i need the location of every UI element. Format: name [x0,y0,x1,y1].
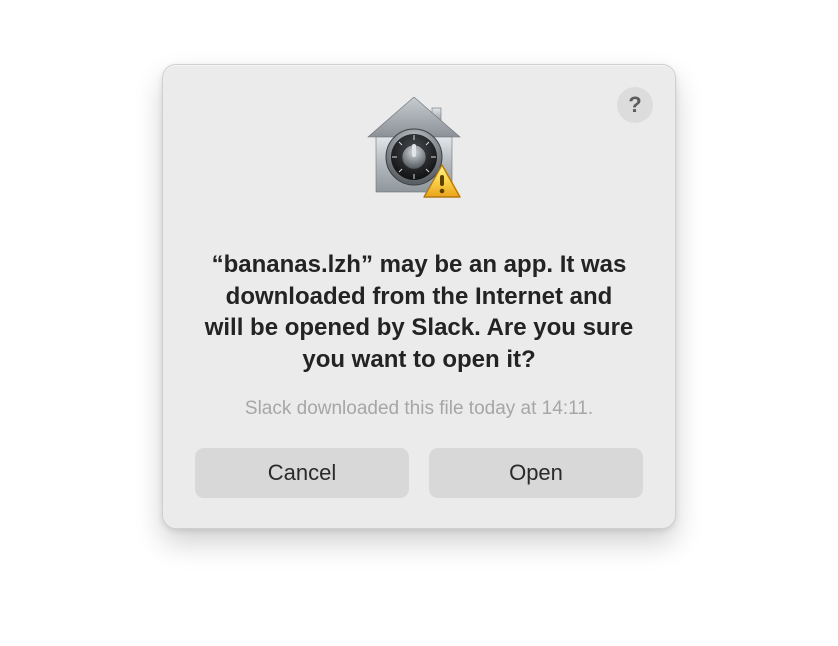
dialog-button-row: Cancel Open [195,448,643,498]
help-icon: ? [628,92,641,118]
gatekeeper-icon [195,97,643,215]
gatekeeper-dialog: ? [162,64,676,529]
open-button[interactable]: Open [429,448,643,498]
dialog-subtext: Slack downloaded this file today at 14:1… [195,398,643,420]
cancel-button[interactable]: Cancel [195,448,409,498]
help-button[interactable]: ? [617,87,653,123]
dialog-heading: “bananas.lzh” may be an app. It was down… [204,249,634,376]
